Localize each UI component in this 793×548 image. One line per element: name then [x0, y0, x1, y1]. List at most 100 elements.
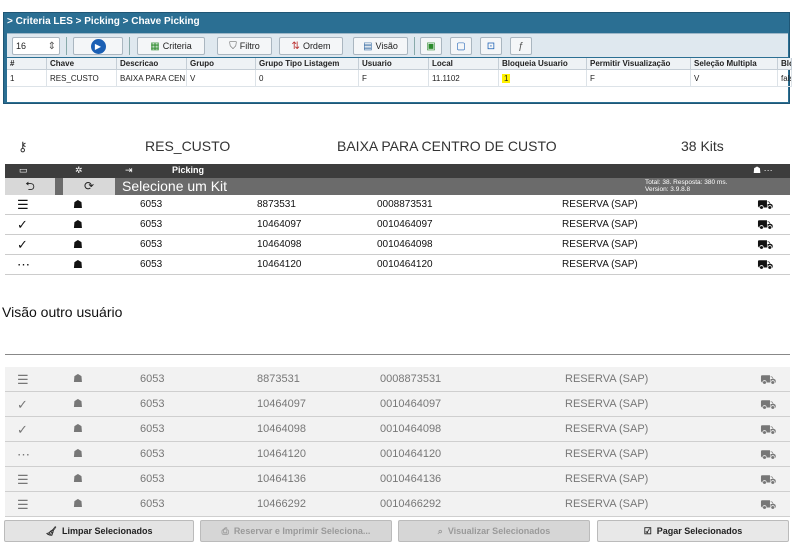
toolbar: 16 ⇕ ▶ ▦ Criteria ⛉ Filtro ⇅ Ordem ▤ Vis… — [7, 33, 788, 57]
criteria-label: Criteria — [162, 41, 192, 51]
stepper-arrows-icon: ⇕ — [47, 40, 56, 52]
kit-row[interactable]: ⋯ ☗ 6053 10464120 0010464120 RESERVA (SAP) ⛟ — [5, 442, 790, 467]
row-code: 6053 — [140, 423, 165, 435]
list-icon: ☰ — [17, 197, 29, 212]
grid-cell[interactable]: fals — [778, 70, 792, 87]
gear-icon[interactable]: ✲ — [75, 165, 83, 176]
export-icon: ▣ — [426, 40, 436, 52]
app-menubar: ▭ ✲ ⇥ Picking ☗ ··· — [5, 164, 790, 178]
criteria-button[interactable]: ▦ Criteria — [137, 37, 205, 55]
reservar-label: Reservar e Imprimir Seleciona... — [233, 526, 371, 536]
function-button[interactable]: ƒ — [510, 37, 532, 55]
grid-cell[interactable]: F — [359, 70, 429, 87]
grid-cell[interactable]: 11.1102 — [429, 70, 499, 87]
kit-row[interactable]: ☰ ☗ 6053 10466292 0010466292 RESERVA (SAP) ⛟ — [5, 492, 790, 517]
row-type: RESERVA (SAP) — [562, 219, 638, 230]
kit-row[interactable]: ⋯ ☗ 6053 10464120 0010464120 RESERVA (SAP) ⛟ — [5, 255, 790, 275]
grid-cell-value: F — [362, 74, 367, 83]
user-icon: ☗ — [73, 398, 83, 410]
kit-row[interactable]: ☰ ☗ 6053 8873531 0008873531 RESERVA (SAP) ⛟ — [5, 367, 790, 392]
grid-cell-value: fals — [781, 74, 791, 83]
row-type: RESERVA (SAP) — [565, 473, 649, 485]
column-header[interactable]: Local — [429, 58, 499, 70]
row-type: RESERVA (SAP) — [562, 259, 638, 270]
column-header[interactable]: # — [7, 58, 47, 70]
kit-row[interactable]: ✓ ☗ 6053 10464097 0010464097 RESERVA (SAP) ⛟ — [5, 215, 790, 235]
refresh-button[interactable]: ⟳ — [63, 178, 115, 195]
grid-cell[interactable]: BAIXA PARA CEN — [117, 70, 187, 87]
save-icon: ▢ — [456, 40, 466, 52]
keyboard-icon[interactable]: ▭ — [19, 165, 28, 176]
column-header[interactable]: Bloqueia Usuario — [499, 58, 587, 70]
row-item-number: 10464120 — [257, 259, 302, 270]
user-icon: ☗ — [73, 259, 83, 271]
kit-row[interactable]: ☰ ☗ 6053 10464136 0010464136 RESERVA (SAP) ⛟ — [5, 467, 790, 492]
grid-cell[interactable]: F — [587, 70, 691, 87]
visao-button[interactable]: ▤ Visão — [353, 37, 408, 55]
kit-row[interactable]: ✓ ☗ 6053 10464097 0010464097 RESERVA (SAP) ⛟ — [5, 392, 790, 417]
dots-icon: ⋯ — [17, 257, 30, 272]
truck-icon: ⛟ — [760, 372, 777, 387]
save-button[interactable]: ▢ — [450, 37, 472, 55]
row-type: RESERVA (SAP) — [565, 398, 649, 410]
row-item-number-padded: 0010464097 — [380, 398, 442, 410]
column-header[interactable]: Grupo Tipo Listagem — [256, 58, 359, 70]
kit-row[interactable]: ☰ ☗ 6053 8873531 0008873531 RESERVA (SAP) ⛟ — [5, 195, 790, 215]
column-header[interactable]: Chave — [47, 58, 117, 70]
user-icon: ☗ — [73, 423, 83, 435]
check-icon: ✓ — [17, 217, 28, 232]
version-info: Version: 3.9.8.8 — [645, 186, 691, 193]
grid-cell[interactable]: RES_CUSTO — [47, 70, 117, 87]
column-header[interactable]: Blo — [778, 58, 792, 70]
reservar-imprimir-button[interactable]: ⎙ Reservar e Imprimir Seleciona... — [200, 520, 392, 542]
column-header[interactable]: Seleção Multipla — [691, 58, 778, 70]
grid-cell[interactable]: 0 — [256, 70, 359, 87]
filter-icon: ⛉ — [229, 40, 237, 52]
row-code: 6053 — [140, 373, 165, 385]
row-item-number: 10464136 — [257, 473, 306, 485]
page-size-stepper[interactable]: 16 ⇕ — [12, 37, 60, 55]
expand-button[interactable]: ⊡ — [480, 37, 502, 55]
grid-cell[interactable]: V — [691, 70, 778, 87]
view-icon: ▤ — [363, 40, 373, 52]
kit-header: ⚷ RES_CUSTO BAIXA PARA CENTRO DE CUSTO 3… — [0, 130, 793, 164]
row-item-number-padded: 0010466292 — [380, 498, 442, 510]
filtro-button[interactable]: ⛉ Filtro — [217, 37, 272, 55]
execute-button[interactable]: ▶ — [73, 37, 123, 55]
column-header[interactable]: Usuario — [359, 58, 429, 70]
criteria-icon: ▦ — [150, 40, 160, 52]
grid-cell[interactable]: V — [187, 70, 256, 87]
row-code: 6053 — [140, 498, 165, 510]
row-code: 6053 — [140, 219, 163, 230]
header-count: 38 Kits — [681, 138, 724, 154]
kit-row[interactable]: ✓ ☗ 6053 10464098 0010464098 RESERVA (SAP) ⛟ — [5, 235, 790, 255]
user-icon: ☗ — [73, 199, 83, 211]
ordem-button[interactable]: ⇅ Ordem — [279, 37, 343, 55]
truck-icon: ⛟ — [757, 197, 774, 212]
row-item-number-padded: 0010464098 — [380, 423, 442, 435]
grid-cell[interactable]: 1 — [7, 70, 47, 87]
column-header[interactable]: Descricao — [117, 58, 187, 70]
checkbox-icon: ☑ — [643, 525, 652, 536]
row-type: RESERVA (SAP) — [562, 199, 638, 210]
column-header[interactable]: Grupo — [187, 58, 256, 70]
column-header[interactable]: Permitir Visualização — [587, 58, 691, 70]
row-type: RESERVA (SAP) — [565, 373, 649, 385]
visualizar-selecionados-button[interactable]: ⌕ Visualizar Selecionados — [398, 520, 590, 542]
user-icon: ☗ — [73, 473, 83, 485]
back-button[interactable]: ⮌ — [5, 178, 55, 195]
filtro-label: Filtro — [239, 41, 260, 51]
row-item-number-padded: 0008873531 — [380, 373, 442, 385]
grid-cell[interactable]: 1 — [499, 70, 587, 87]
limpar-selecionados-button[interactable]: 🧹︎ Limpar Selecionados — [4, 520, 194, 542]
row-code: 6053 — [140, 239, 163, 250]
pagar-selecionados-button[interactable]: ☑ Pagar Selecionados — [597, 520, 789, 542]
login-icon[interactable]: ⇥ — [125, 165, 133, 176]
truck-icon: ⛟ — [760, 497, 777, 512]
key-icon: ⚷ — [18, 139, 28, 154]
dots-icon: ⋯ — [17, 447, 30, 462]
row-type: RESERVA (SAP) — [565, 448, 649, 460]
kit-row[interactable]: ✓ ☗ 6053 10464098 0010464098 RESERVA (SAP) ⛟ — [5, 417, 790, 442]
user-icon[interactable]: ☗ ··· — [753, 165, 773, 176]
export-button[interactable]: ▣ — [420, 37, 442, 55]
